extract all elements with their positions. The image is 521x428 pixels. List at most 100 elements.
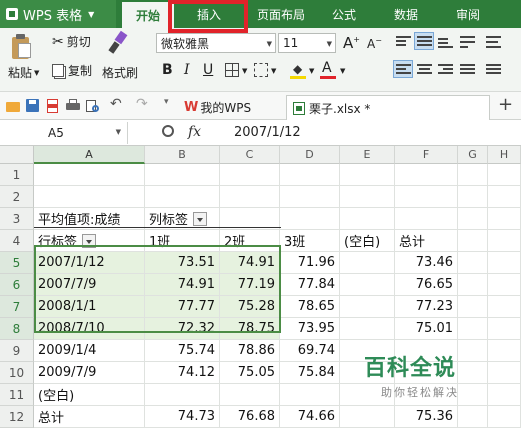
pivot-value-cell[interactable]: 73.46 xyxy=(395,252,458,274)
empty-cell[interactable] xyxy=(488,230,521,252)
empty-cell[interactable] xyxy=(458,274,488,296)
pivot-value-cell[interactable] xyxy=(340,296,395,318)
pivot-value-cell[interactable]: 75.28 xyxy=(220,296,280,318)
pivot-value-cell[interactable]: 75.36 xyxy=(395,406,458,428)
pivot-column-header[interactable]: 2班 xyxy=(220,230,280,252)
pivot-value-cell[interactable] xyxy=(340,274,395,296)
pivot-value-cell[interactable] xyxy=(340,406,395,428)
save-icon[interactable] xyxy=(26,99,40,113)
empty-cell[interactable] xyxy=(488,318,521,340)
pivot-row-label-cell[interactable]: 2008/7/10 xyxy=(34,318,145,340)
align-bottom-icon[interactable] xyxy=(438,36,453,48)
select-all-corner[interactable] xyxy=(0,146,34,164)
print-preview-icon[interactable] xyxy=(86,99,100,113)
pivot-row-label-cell[interactable]: 2009/7/9 xyxy=(34,362,145,384)
cell-style-icon[interactable] xyxy=(254,63,268,77)
app-menu-button[interactable]: WPS 表格 ▼ xyxy=(0,0,116,28)
empty-cell[interactable] xyxy=(220,164,280,186)
pivot-column-header[interactable]: 3班 xyxy=(280,230,340,252)
folder-icon[interactable] xyxy=(6,99,20,113)
paste-label-button[interactable]: 粘贴 ▼ xyxy=(8,64,39,81)
pivot-value-cell[interactable]: 74.91 xyxy=(145,274,220,296)
pivot-value-cell[interactable]: 75.05 xyxy=(220,362,280,384)
empty-cell[interactable] xyxy=(458,296,488,318)
print-icon[interactable] xyxy=(66,99,80,113)
empty-cell[interactable] xyxy=(458,230,488,252)
pivot-value-cell[interactable]: 69.74 xyxy=(280,340,340,362)
pivot-value-cell[interactable] xyxy=(340,252,395,274)
empty-cell[interactable] xyxy=(488,406,521,428)
pivot-value-cell[interactable]: 78.75 xyxy=(220,318,280,340)
pivot-column-header[interactable]: 1班 xyxy=(145,230,220,252)
pivot-row-label-cell[interactable]: 2007/7/9 xyxy=(34,274,145,296)
font-name-select[interactable]: 微软雅黑 ▼ xyxy=(156,33,276,53)
doc-tab-workbook[interactable]: 栗子.xlsx * xyxy=(286,95,490,120)
row-header-4[interactable]: 4 xyxy=(0,230,34,252)
empty-cell[interactable] xyxy=(458,208,488,230)
underline-button[interactable]: U xyxy=(203,62,213,78)
pivot-row-label-cell[interactable]: (空白) xyxy=(34,384,145,406)
column-header-d[interactable]: D xyxy=(280,146,340,164)
pivot-value-cell[interactable] xyxy=(220,384,280,406)
font-size-select[interactable]: 11 ▼ xyxy=(278,33,336,53)
pivot-value-cell[interactable]: 77.77 xyxy=(145,296,220,318)
align-center-icon[interactable] xyxy=(417,64,432,76)
justify-icon[interactable] xyxy=(460,64,475,76)
align-top-icon[interactable] xyxy=(396,36,411,48)
format-painter-button[interactable] xyxy=(108,30,128,56)
pivot-value-cell[interactable]: 73.95 xyxy=(280,318,340,340)
empty-cell[interactable] xyxy=(34,186,145,208)
empty-cell[interactable] xyxy=(458,164,488,186)
chevron-down-icon[interactable]: ▼ xyxy=(271,67,276,75)
pivot-value-cell[interactable]: 76.65 xyxy=(395,274,458,296)
row-header-6[interactable]: 6 xyxy=(0,274,34,296)
pivot-row-label-cell[interactable]: 2009/1/4 xyxy=(34,340,145,362)
empty-cell[interactable] xyxy=(458,252,488,274)
pdf-icon[interactable] xyxy=(46,99,60,113)
empty-cell[interactable] xyxy=(488,186,521,208)
column-header-g[interactable]: G xyxy=(458,146,488,164)
borders-icon[interactable] xyxy=(225,63,239,77)
empty-cell[interactable] xyxy=(340,164,395,186)
row-header-3[interactable]: 3 xyxy=(0,208,34,230)
empty-cell[interactable] xyxy=(280,186,340,208)
pivot-value-cell[interactable]: 75.74 xyxy=(145,340,220,362)
pivot-row-label-cell[interactable]: 2008/1/1 xyxy=(34,296,145,318)
empty-cell[interactable] xyxy=(488,208,521,230)
copy-button[interactable]: 复制 xyxy=(52,62,92,79)
row-header-1[interactable]: 1 xyxy=(0,164,34,186)
shrink-font-button[interactable]: A− xyxy=(367,36,382,51)
empty-cell[interactable] xyxy=(34,164,145,186)
empty-cell[interactable] xyxy=(395,186,458,208)
pivot-value-cell[interactable]: 77.23 xyxy=(395,296,458,318)
tab-page-layout[interactable]: 页面布局 xyxy=(246,0,316,28)
empty-cell[interactable] xyxy=(340,208,395,230)
chevron-down-icon[interactable]: ▾ xyxy=(164,97,178,111)
empty-cell[interactable] xyxy=(458,318,488,340)
fx-icon[interactable]: fx xyxy=(188,124,201,140)
tab-formula[interactable]: 公式 xyxy=(318,0,370,28)
pivot-value-cell[interactable]: 71.96 xyxy=(280,252,340,274)
column-header-a[interactable]: A xyxy=(34,146,145,164)
pivot-value-cell[interactable] xyxy=(340,318,395,340)
empty-cell[interactable] xyxy=(280,164,340,186)
empty-cell[interactable] xyxy=(458,186,488,208)
new-tab-icon[interactable]: + xyxy=(498,94,513,115)
tab-review[interactable]: 审阅 xyxy=(442,0,494,28)
row-header-12[interactable]: 12 xyxy=(0,406,34,428)
empty-cell[interactable] xyxy=(488,252,521,274)
pivot-value-label[interactable]: 平均值项:成绩 xyxy=(34,208,145,230)
empty-cell[interactable] xyxy=(488,164,521,186)
column-header-c[interactable]: C xyxy=(220,146,280,164)
pivot-row-label[interactable]: 行标签 xyxy=(34,230,145,252)
pivot-column-header[interactable]: (空白) xyxy=(340,230,395,252)
pivot-value-cell[interactable]: 78.65 xyxy=(280,296,340,318)
pivot-value-cell[interactable]: 74.91 xyxy=(220,252,280,274)
column-header-f[interactable]: F xyxy=(395,146,458,164)
italic-button[interactable]: I xyxy=(184,62,190,78)
empty-cell[interactable] xyxy=(488,274,521,296)
pivot-value-cell[interactable]: 75.01 xyxy=(395,318,458,340)
paste-button[interactable] xyxy=(10,34,32,60)
empty-cell[interactable] xyxy=(395,164,458,186)
align-right-icon[interactable] xyxy=(438,64,453,76)
